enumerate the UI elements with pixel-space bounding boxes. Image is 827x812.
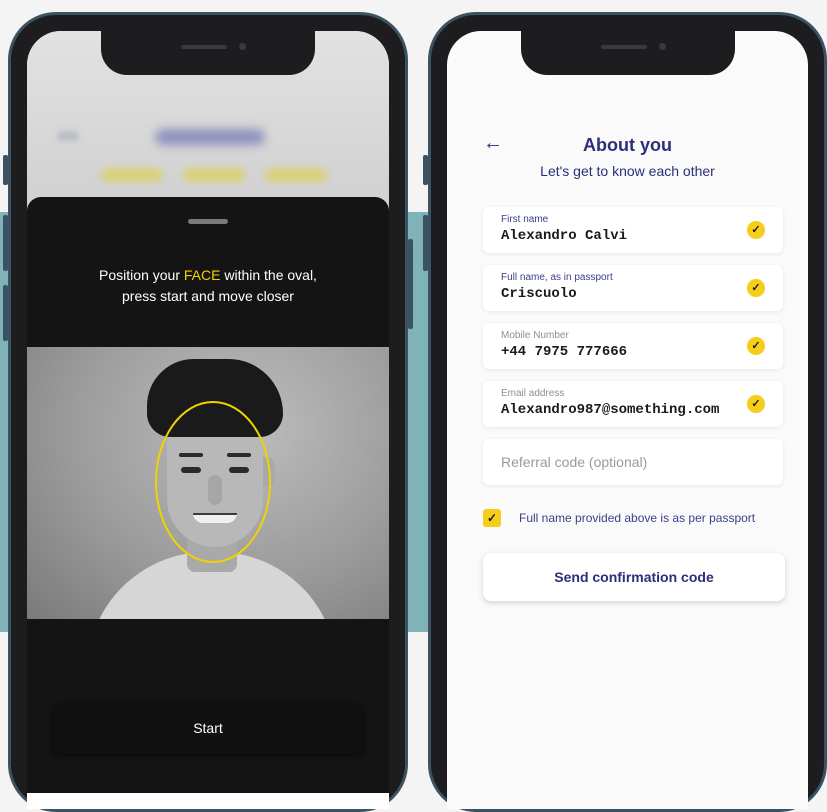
field-value: Alexandro987@something.com <box>501 402 720 418</box>
checkmark-circle-icon: ✓ <box>747 337 765 355</box>
first-name-field[interactable]: First name Alexandro Calvi ✓ <box>483 207 783 253</box>
field-value: Criscuolo <box>501 286 577 302</box>
blurred-tab <box>183 169 245 181</box>
field-value: Alexandro Calvi <box>501 228 628 244</box>
phone-side-button <box>423 215 428 271</box>
field-label: Email address <box>501 388 565 399</box>
phone-side-button <box>3 215 8 271</box>
face-scan-bottom-sheet: Position your FACE within the oval, pres… <box>27 197 389 809</box>
mobile-number-field[interactable]: Mobile Number +44 7975 777666 ✓ <box>483 323 783 369</box>
page-subtitle: Let's get to know each other <box>540 163 715 179</box>
checkmark-circle-icon: ✓ <box>747 279 765 297</box>
phone-notch <box>101 27 315 75</box>
field-value: +44 7975 777666 <box>501 344 628 360</box>
field-label: First name <box>501 214 549 225</box>
send-confirmation-code-button[interactable]: Send confirmation code <box>483 553 785 601</box>
face-oval-guide <box>155 401 271 563</box>
blurred-tab <box>265 169 327 181</box>
referral-placeholder: Referral code (optional) <box>501 454 648 470</box>
checkmark-circle-icon: ✓ <box>747 395 765 413</box>
passport-confirm-checkbox[interactable]: ✓ <box>483 509 501 527</box>
blurred-tab <box>101 169 163 181</box>
phone-about-you: ← About you Let's get to know each other… <box>423 12 827 812</box>
phone-face-scan: Position your FACE within the oval, pres… <box>3 12 413 812</box>
field-label: Mobile Number <box>501 330 569 341</box>
field-label: Full name, as in passport <box>501 272 613 283</box>
about-you-screen: ← About you Let's get to know each other… <box>447 31 808 809</box>
phone-notch <box>520 27 735 75</box>
start-button[interactable]: Start <box>53 703 363 753</box>
phone-side-button <box>3 155 8 185</box>
blurred-back-icon <box>57 131 79 141</box>
face-scan-screen: Position your FACE within the oval, pres… <box>27 31 389 809</box>
passport-name-field[interactable]: Full name, as in passport Criscuolo ✓ <box>483 265 783 311</box>
referral-code-input[interactable]: Referral code (optional) <box>483 439 783 485</box>
face-highlight-text: FACE <box>183 267 221 283</box>
blurred-title <box>155 129 265 145</box>
phone-side-button <box>3 285 8 341</box>
page-title: About you <box>583 135 672 155</box>
phone-side-button <box>423 155 428 185</box>
email-field[interactable]: Email address Alexandro987@something.com… <box>483 381 783 427</box>
phone-side-button <box>408 239 413 329</box>
camera-preview <box>27 347 389 619</box>
passport-confirm-label[interactable]: Full name provided above is as per passp… <box>519 511 755 525</box>
face-instruction: Position your FACE within the oval, pres… <box>99 267 317 304</box>
sheet-drag-handle[interactable] <box>188 219 228 224</box>
checkmark-circle-icon: ✓ <box>747 221 765 239</box>
